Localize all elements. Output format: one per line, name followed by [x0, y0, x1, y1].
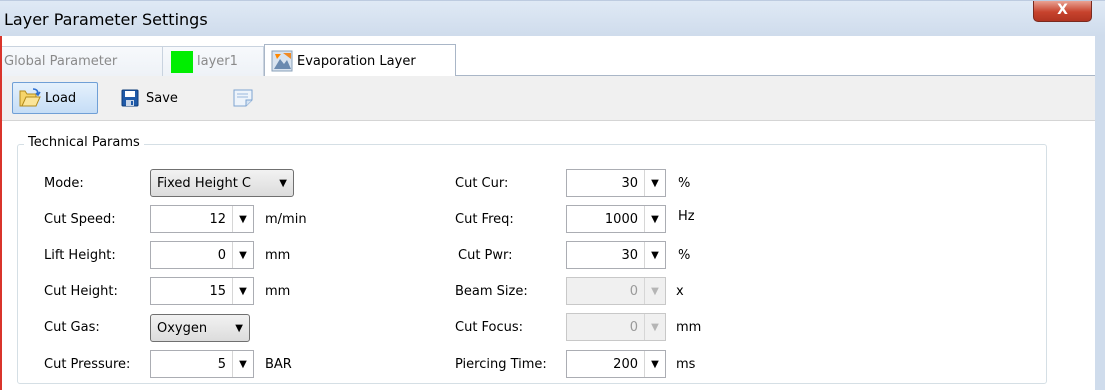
window-title: Layer Parameter Settings [4, 10, 208, 29]
title-bar: Layer Parameter Settings X [0, 0, 1105, 36]
chevron-down-icon[interactable]: ▼ [644, 206, 665, 232]
mode-value: Fixed Height C [157, 175, 252, 191]
cut-freq-unit: Hz [678, 209, 695, 224]
load-button[interactable]: Load [12, 82, 98, 114]
lift-height-label: Lift Height: [44, 248, 116, 263]
cut-speed-unit: m/min [265, 212, 307, 227]
close-button[interactable]: X [1033, 1, 1092, 22]
window-border-right [1095, 36, 1105, 390]
chevron-down-icon: ▼ [235, 322, 243, 334]
settings-panel: Technical Params Mode: Fixed Height C ▼ … [2, 121, 1095, 390]
cut-focus-unit: mm [676, 320, 702, 335]
cut-pressure-combo[interactable]: 5 ▼ [150, 350, 254, 378]
cut-pressure-value: 5 [217, 356, 226, 372]
cut-cur-combo[interactable]: 30 ▼ [566, 169, 666, 197]
chevron-down-icon[interactable]: ▼ [644, 351, 665, 377]
piercing-time-unit: ms [676, 357, 696, 372]
lift-height-unit: mm [265, 248, 291, 263]
mode-label: Mode: [44, 176, 84, 191]
save-button[interactable]: Save [114, 82, 194, 114]
cut-speed-value: 12 [209, 211, 226, 227]
tab-label: layer1 [197, 54, 238, 69]
close-icon: X [1057, 2, 1068, 18]
beam-size-label: Beam Size: [455, 284, 528, 299]
chevron-down-icon[interactable]: ▼ [644, 170, 665, 196]
cut-focus-combo: 0 ▼ [566, 313, 666, 341]
cut-gas-value: Oxygen [157, 320, 208, 336]
chevron-down-icon: ▼ [644, 314, 665, 340]
chevron-down-icon: ▼ [644, 278, 665, 304]
piercing-time-value: 200 [613, 356, 638, 372]
beam-size-combo: 0 ▼ [566, 277, 666, 305]
cut-height-combo[interactable]: 15 ▼ [150, 277, 254, 305]
chevron-down-icon[interactable]: ▼ [232, 242, 253, 268]
load-label: Load [45, 90, 77, 106]
piercing-time-combo[interactable]: 200 ▼ [566, 350, 666, 378]
cut-cur-unit: % [678, 176, 691, 191]
layer-color-swatch [171, 50, 193, 73]
toolbar: Load Save [2, 76, 1095, 121]
cut-pwr-value: 30 [621, 247, 638, 263]
cut-freq-label: Cut Freq: [455, 212, 514, 227]
tab-layer1[interactable]: layer1 [162, 46, 264, 76]
cut-height-label: Cut Height: [44, 284, 118, 299]
lift-height-value: 0 [217, 247, 226, 263]
tab-strip: Global Parameter layer1 Evaporation Laye… [2, 36, 1095, 77]
cut-speed-combo[interactable]: 12 ▼ [150, 205, 254, 233]
cut-freq-combo[interactable]: 1000 ▼ [566, 205, 666, 233]
piercing-time-label: Piercing Time: [455, 357, 547, 372]
chevron-down-icon[interactable]: ▼ [232, 278, 253, 304]
cut-cur-value: 30 [621, 175, 638, 191]
save-label: Save [146, 90, 178, 106]
cut-pwr-combo[interactable]: 30 ▼ [566, 241, 666, 269]
cut-pressure-unit: BAR [265, 357, 292, 372]
chevron-down-icon[interactable]: ▼ [232, 351, 253, 377]
tab-label: Global Parameter [4, 54, 118, 69]
open-folder-icon [19, 88, 41, 108]
group-title: Technical Params [24, 135, 144, 150]
cut-pwr-label: Cut Pwr: [458, 248, 513, 263]
cut-speed-label: Cut Speed: [44, 212, 116, 227]
note-button[interactable] [228, 82, 260, 114]
chevron-down-icon[interactable]: ▼ [232, 206, 253, 232]
evaporation-layer-icon [271, 50, 293, 72]
cut-height-value: 15 [209, 283, 226, 299]
floppy-disk-icon [120, 88, 142, 108]
cut-height-unit: mm [265, 284, 291, 299]
note-icon [232, 88, 254, 108]
lift-height-combo[interactable]: 0 ▼ [150, 241, 254, 269]
cut-freq-value: 1000 [604, 211, 638, 227]
cut-focus-value: 0 [629, 319, 638, 335]
beam-size-value: 0 [629, 283, 638, 299]
chevron-down-icon: ▼ [279, 177, 287, 189]
cut-gas-label: Cut Gas: [44, 320, 100, 335]
mode-select[interactable]: Fixed Height C ▼ [150, 169, 294, 197]
cut-focus-label: Cut Focus: [455, 320, 524, 335]
tab-label: Evaporation Layer [297, 53, 416, 69]
tab-evaporation-layer[interactable]: Evaporation Layer [264, 44, 456, 77]
tab-global-parameter[interactable]: Global Parameter [2, 46, 162, 76]
cut-pressure-label: Cut Pressure: [44, 357, 131, 372]
cut-cur-label: Cut Cur: [455, 176, 509, 191]
cut-gas-select[interactable]: Oxygen ▼ [150, 314, 250, 342]
cut-pwr-unit: % [678, 248, 691, 263]
beam-size-unit: x [676, 284, 684, 299]
chevron-down-icon[interactable]: ▼ [644, 242, 665, 268]
